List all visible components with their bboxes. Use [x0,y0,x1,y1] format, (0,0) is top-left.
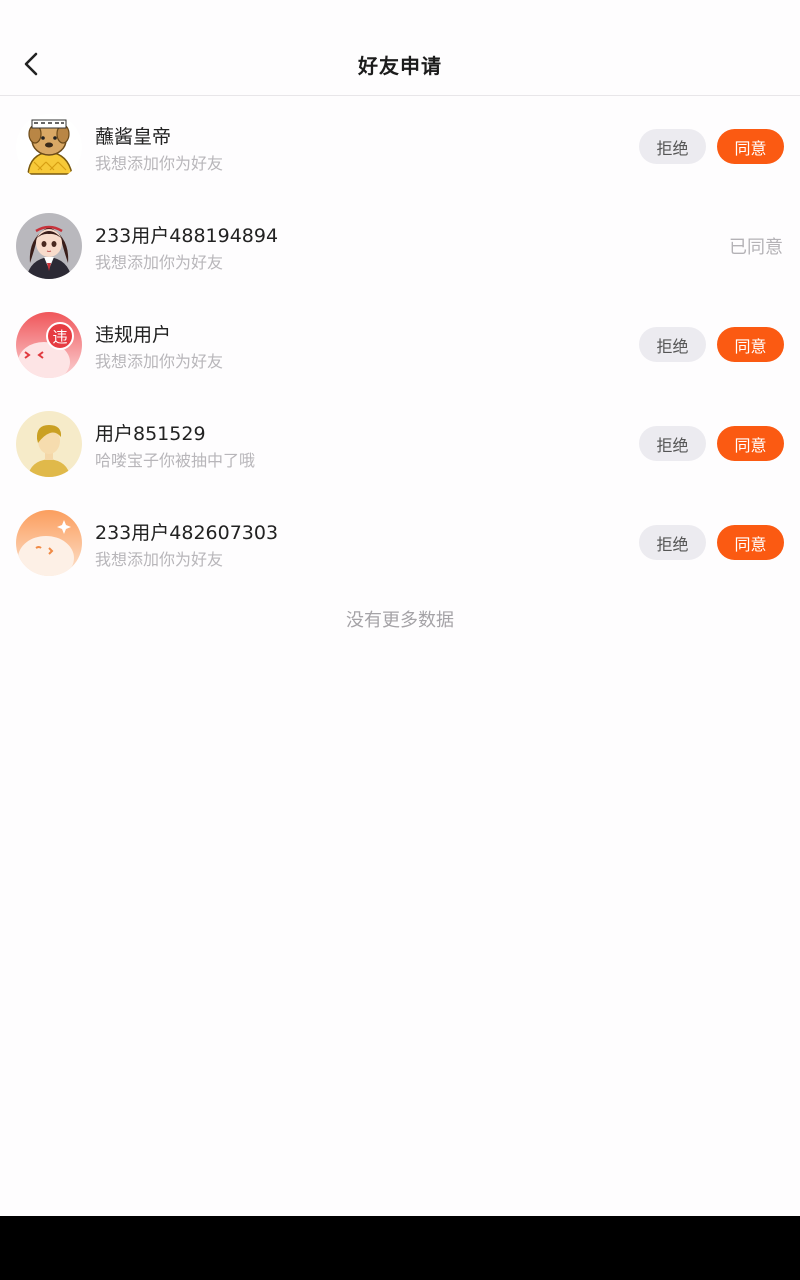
requester-name: 用户851529 [95,423,206,445]
list-item: 233用户488194894 我想添加你为好友 已同意 [0,196,800,295]
orange-blob-avatar-icon [16,510,82,576]
list-item: 233用户482607303 我想添加你为好友 拒绝 同意 [0,493,800,592]
list-item: 用户851529 哈喽宝子你被抽中了哦 拒绝 同意 [0,394,800,493]
list-item: 违 违规用户 我想添加你为好友 拒绝 同意 [0,295,800,394]
reject-button[interactable]: 拒绝 [639,525,706,560]
violation-badge-avatar-icon: 违 [16,312,82,378]
request-message: 我想添加你为好友 [95,352,224,371]
request-message: 我想添加你为好友 [95,253,224,272]
reject-button[interactable]: 拒绝 [639,129,706,164]
request-message: 我想添加你为好友 [95,550,224,569]
accept-button[interactable]: 同意 [717,129,784,164]
no-more-data-text: 没有更多数据 [346,610,454,631]
avatar[interactable] [16,213,82,279]
friend-requests-screen: 好友申请 蘸酱皇帝 我想添加你为好友 拒绝 同意 233用户488194894 … [0,0,800,1280]
requester-name: 233用户482607303 [95,522,279,544]
system-navigation-bar [0,1216,800,1280]
avatar[interactable] [16,510,82,576]
accept-button[interactable]: 同意 [717,525,784,560]
list-item: 蘸酱皇帝 我想添加你为好友 拒绝 同意 [0,97,800,196]
avatar[interactable] [16,114,82,180]
reject-button[interactable]: 拒绝 [639,426,706,461]
requester-name: 233用户488194894 [95,225,279,247]
top-bar: 好友申请 [0,0,800,96]
page-title: 好友申请 [358,54,442,78]
accept-button[interactable]: 同意 [717,426,784,461]
request-list: 蘸酱皇帝 我想添加你为好友 拒绝 同意 233用户488194894 我想添加你… [0,97,800,592]
requester-name: 蘸酱皇帝 [95,126,172,148]
request-message: 哈喽宝子你被抽中了哦 [95,451,256,470]
anime-girl-avatar-icon [16,213,82,279]
request-message: 我想添加你为好友 [95,154,224,173]
accepted-status: 已同意 [729,237,783,258]
svg-text:违: 违 [52,328,67,346]
avatar[interactable]: 违 [16,312,82,378]
dog-emperor-avatar-icon [16,114,82,180]
reject-button[interactable]: 拒绝 [639,327,706,362]
avatar[interactable] [16,411,82,477]
accept-button[interactable]: 同意 [717,327,784,362]
requester-name: 违规用户 [95,324,172,346]
default-person-avatar-icon [16,411,82,477]
